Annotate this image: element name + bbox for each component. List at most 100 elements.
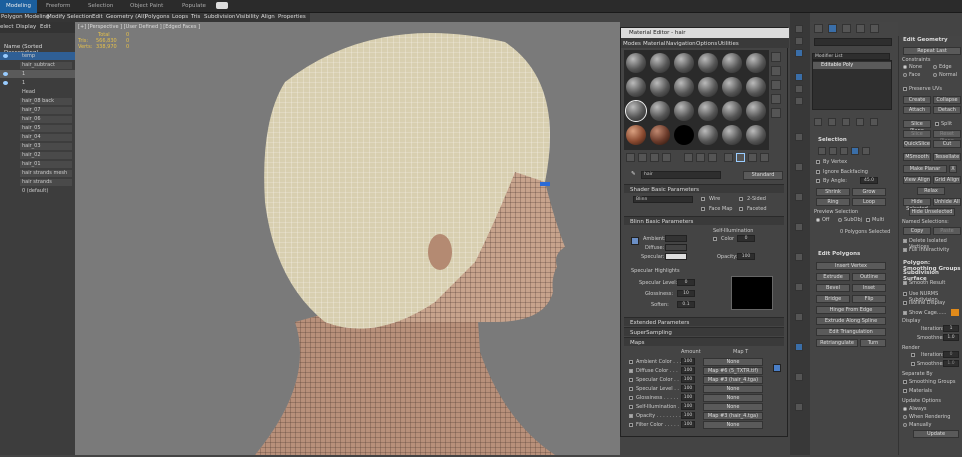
material-id-icon[interactable] [708, 153, 717, 162]
reset-map-icon[interactable] [662, 153, 671, 162]
material-name-field[interactable]: hair [641, 171, 721, 179]
constraint-normal-radio[interactable] [933, 73, 937, 77]
map-enable-checkbox[interactable] [629, 396, 633, 400]
list-item[interactable]: hair strands mesh [0, 169, 75, 177]
flip-button[interactable]: Flip [852, 295, 886, 303]
map-amount[interactable]: 100 [681, 385, 695, 392]
remove-modifier-icon[interactable] [856, 118, 864, 126]
self-illum-value[interactable]: 0 [737, 235, 755, 242]
slice-plane-button[interactable]: Slice Plane [903, 120, 931, 134]
angle-value[interactable]: 45.0 [860, 177, 878, 184]
bevel-button[interactable]: Bevel [816, 284, 850, 292]
sample-slot[interactable] [650, 53, 670, 73]
list-item[interactable]: Head [0, 88, 75, 96]
menu-geometry[interactable]: Geometry (All) [106, 14, 146, 20]
map-slot-button[interactable]: Map #3 (hair_4.tga) [703, 376, 763, 384]
loop-button[interactable]: Loop [852, 198, 886, 206]
put-to-library-icon[interactable] [696, 153, 705, 162]
tool-icon[interactable] [795, 193, 803, 201]
attach-button[interactable]: Attach [903, 106, 931, 114]
render-smoothness-checkbox[interactable] [911, 362, 915, 366]
list-item[interactable]: hair_08 back [0, 97, 75, 105]
map-lock-icon[interactable] [773, 364, 781, 372]
list-item[interactable]: hair_02 [0, 151, 75, 159]
vertex-icon[interactable] [818, 147, 826, 155]
list-item[interactable]: hair strands [0, 178, 75, 186]
make-unique-icon[interactable] [684, 153, 693, 162]
edge-icon[interactable] [829, 147, 837, 155]
tool-icon[interactable] [795, 373, 803, 381]
list-item[interactable]: temp [0, 52, 75, 60]
menu-utilities[interactable]: Utilities [718, 41, 739, 47]
menu-modify-selection[interactable]: Modify Selection [47, 14, 92, 20]
get-material-icon[interactable] [626, 153, 635, 162]
render-smoothness-value[interactable]: 1.0 [943, 360, 959, 367]
tool-icon[interactable] [795, 253, 803, 261]
list-item[interactable]: 0 (default) [0, 187, 75, 195]
ribbon-toggle-icon[interactable] [216, 2, 228, 9]
tool-icon[interactable] [795, 85, 803, 93]
list-item[interactable]: 1 [0, 70, 75, 78]
list-item[interactable]: hair_07 [0, 106, 75, 114]
eye-icon[interactable] [3, 54, 8, 58]
motion-tab-icon[interactable] [856, 24, 865, 33]
reset-plane-button[interactable]: Reset Plane [933, 130, 961, 144]
tab-populate[interactable]: Populate [182, 3, 206, 9]
detach-button[interactable]: Detach [933, 106, 961, 114]
split-checkbox[interactable] [935, 122, 939, 126]
explorer-menu-display[interactable]: Display [16, 24, 36, 30]
hierarchy-tab-icon[interactable] [842, 24, 851, 33]
preserve-uvs-checkbox[interactable] [903, 87, 907, 91]
background-icon[interactable] [771, 80, 781, 90]
by-vertex-checkbox[interactable] [816, 160, 820, 164]
rollout-supersampling[interactable]: SuperSampling [624, 327, 784, 336]
go-to-parent-icon[interactable] [748, 153, 757, 162]
sample-slot[interactable] [698, 53, 718, 73]
sample-slot[interactable] [626, 53, 646, 73]
create-button[interactable]: Create [903, 96, 931, 104]
tab-object-paint[interactable]: Object Paint [130, 3, 163, 9]
grid-align-button[interactable]: Grid Align [933, 176, 961, 184]
sample-slot[interactable] [626, 77, 646, 97]
menu-material[interactable]: Material [643, 41, 665, 47]
retriangulate-button[interactable]: Retriangulate [816, 339, 858, 347]
multi-checkbox[interactable] [866, 218, 870, 222]
inset-button[interactable]: Inset [852, 284, 886, 292]
rollout-selection[interactable]: Selection [818, 137, 847, 143]
tool-icon[interactable] [795, 25, 803, 33]
hide-selected-button[interactable]: Hide Selected [903, 198, 931, 212]
make-unique-icon[interactable] [842, 118, 850, 126]
sample-slot[interactable] [626, 125, 646, 145]
material-type-button[interactable]: Standard [743, 171, 783, 180]
backlight-icon[interactable] [771, 66, 781, 76]
menu-align[interactable]: Align [261, 14, 275, 20]
make-planar-button[interactable]: Make Planar [903, 165, 947, 173]
cage-color-swatch[interactable] [951, 309, 959, 316]
view-align-button[interactable]: View Align [903, 176, 931, 184]
turn-button[interactable]: Turn [860, 339, 886, 347]
constraint-none-radio[interactable] [903, 65, 907, 69]
map-enable-checkbox[interactable] [629, 423, 633, 427]
sample-slot[interactable] [746, 125, 766, 145]
menu-visibility[interactable]: Visibility [236, 14, 259, 20]
rollout-edit-geometry[interactable]: Edit Geometry [903, 37, 948, 43]
display-iterations-value[interactable]: 1 [943, 325, 959, 332]
menu-polygons[interactable]: Polygons [145, 14, 169, 20]
material-editor-title[interactable]: Material Editor - hair [621, 28, 789, 38]
tab-selection[interactable]: Selection [88, 3, 113, 9]
put-to-scene-icon[interactable] [638, 153, 647, 162]
update-when-rendering-radio[interactable] [903, 415, 907, 419]
map-amount[interactable]: 100 [681, 421, 695, 428]
map-slot-button[interactable]: None [703, 403, 763, 411]
show-map-icon[interactable] [724, 153, 733, 162]
show-cage-checkbox[interactable] [903, 311, 907, 315]
sample-slot[interactable] [746, 53, 766, 73]
stack-item[interactable]: Editable Poly [813, 62, 891, 69]
sample-slot-active[interactable] [625, 100, 647, 122]
tool-icon[interactable] [795, 403, 803, 411]
menu-edit[interactable]: Edit [92, 14, 103, 20]
hide-unselected-button[interactable]: Hide Unselected [909, 208, 955, 216]
specular-level-value[interactable]: 0 [677, 279, 695, 286]
explorer-menu-edit[interactable]: Edit [40, 24, 51, 30]
create-tab-icon[interactable] [814, 24, 823, 33]
